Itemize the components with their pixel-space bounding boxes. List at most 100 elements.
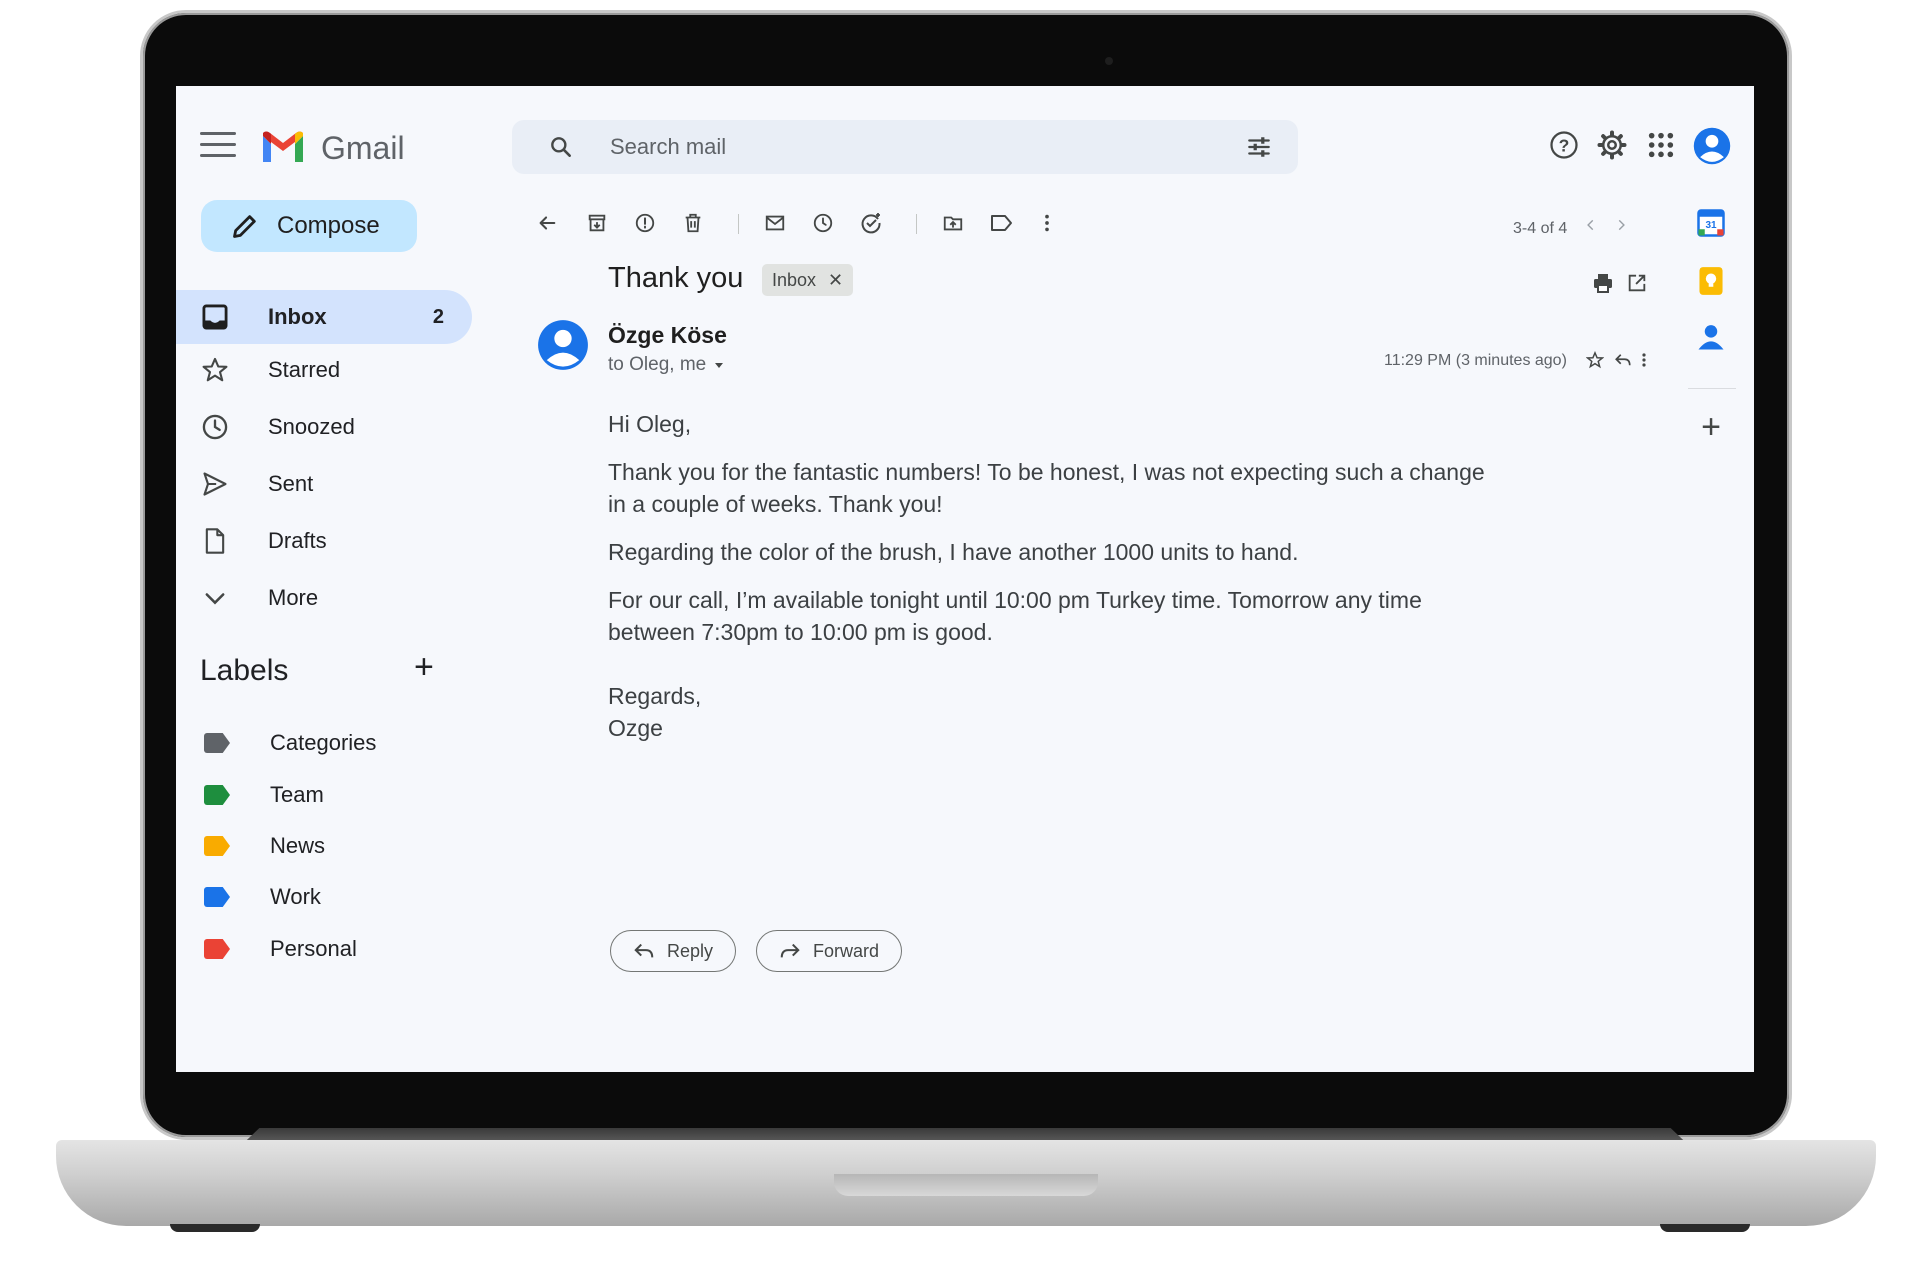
labels-heading: Labels bbox=[200, 654, 289, 687]
caret-down-icon bbox=[715, 363, 724, 368]
search-input[interactable] bbox=[610, 134, 1210, 160]
search-bar[interactable] bbox=[512, 120, 1298, 174]
help-icon[interactable]: ? bbox=[1547, 128, 1581, 162]
recipients-dropdown[interactable]: to Oleg, me bbox=[608, 354, 724, 376]
label-tag-icon bbox=[204, 887, 230, 907]
main-menu-icon[interactable] bbox=[200, 132, 236, 158]
remove-label-close-icon[interactable]: ✕ bbox=[828, 270, 843, 291]
reply-button[interactable]: Reply bbox=[610, 930, 737, 972]
nav-item-snoozed[interactable]: Snoozed bbox=[176, 400, 472, 454]
toolbar-divider bbox=[916, 214, 917, 234]
contacts-person-icon[interactable] bbox=[1694, 320, 1728, 354]
nav-label: Snoozed bbox=[268, 414, 355, 439]
inbox-icon bbox=[200, 302, 230, 332]
get-addons-plus-icon[interactable]: + bbox=[1694, 408, 1728, 446]
toolbar-divider bbox=[738, 214, 739, 234]
email-paragraph-line: Regarding the color of the brush, I have… bbox=[608, 539, 1299, 565]
email-paragraph-line: in a couple of weeks. Thank you! bbox=[608, 491, 943, 517]
mark-unread-mail-icon[interactable] bbox=[760, 208, 790, 238]
email-timestamp: 11:29 PM (3 minutes ago) bbox=[1384, 352, 1567, 369]
search-icon[interactable] bbox=[548, 134, 574, 160]
archive-icon[interactable] bbox=[582, 208, 612, 238]
nav-item-starred[interactable]: Starred bbox=[176, 343, 472, 397]
nav-label: More bbox=[268, 585, 319, 610]
forward-label: Forward bbox=[813, 940, 880, 961]
nav-item-more[interactable]: More bbox=[176, 571, 472, 625]
email-greeting: Hi Oleg, bbox=[608, 411, 692, 437]
sender-avatar-icon bbox=[537, 319, 589, 376]
reply-arrow-icon[interactable] bbox=[1612, 349, 1634, 371]
keep-notes-icon[interactable] bbox=[1694, 264, 1728, 298]
back-arrow-icon[interactable] bbox=[532, 208, 562, 238]
calendar-app-icon[interactable]: 31 bbox=[1694, 206, 1728, 240]
label-item-news[interactable]: News bbox=[176, 823, 466, 869]
nav-item-inbox[interactable]: Inbox 2 bbox=[176, 290, 472, 344]
add-label-icon[interactable]: + bbox=[414, 648, 434, 687]
label-name: Team bbox=[270, 782, 324, 807]
reply-arrow-icon bbox=[634, 943, 654, 958]
email-closing: Regards, bbox=[608, 683, 702, 709]
label-tag-icon bbox=[204, 939, 230, 959]
nav-item-sent[interactable]: Sent bbox=[176, 457, 472, 511]
label-icon[interactable] bbox=[986, 208, 1016, 238]
snooze-clock-icon[interactable] bbox=[808, 208, 838, 238]
clock-icon bbox=[200, 412, 230, 442]
nav-label: Drafts bbox=[268, 528, 327, 553]
previous-chevron-icon[interactable] bbox=[1580, 214, 1602, 236]
label-name: Categories bbox=[270, 730, 377, 755]
laptop-foot bbox=[1660, 1224, 1750, 1232]
inbox-label-chip: Inbox ✕ bbox=[762, 264, 854, 296]
open-in-new-window-icon[interactable] bbox=[1622, 268, 1652, 298]
compose-label: Compose bbox=[277, 212, 380, 239]
draft-document-icon bbox=[200, 526, 230, 556]
svg-text:?: ? bbox=[1559, 135, 1570, 155]
label-tag-icon bbox=[204, 785, 230, 805]
label-item-work[interactable]: Work bbox=[176, 874, 466, 920]
unread-count-badge: 2 bbox=[432, 305, 444, 328]
trash-icon[interactable] bbox=[678, 208, 708, 238]
nav-label: Sent bbox=[268, 471, 314, 496]
nav-label: Inbox bbox=[268, 304, 327, 329]
message-more-icon[interactable] bbox=[1636, 349, 1652, 371]
star-icon[interactable] bbox=[1584, 349, 1606, 371]
label-item-personal[interactable]: Personal bbox=[176, 926, 466, 972]
search-options-icon[interactable] bbox=[1246, 134, 1272, 160]
move-to-folder-icon[interactable] bbox=[938, 208, 968, 238]
print-icon[interactable] bbox=[1588, 268, 1618, 298]
sender-name: Özge Köse bbox=[608, 322, 727, 348]
laptop-notch bbox=[834, 1174, 1098, 1196]
compose-button[interactable]: Compose bbox=[201, 200, 417, 252]
label-name: Personal bbox=[270, 936, 357, 961]
more-vertical-icon[interactable] bbox=[1032, 208, 1062, 238]
rail-divider bbox=[1688, 388, 1736, 389]
gmail-logo-icon bbox=[263, 131, 303, 162]
chip-label: Inbox bbox=[772, 269, 817, 290]
next-chevron-icon[interactable] bbox=[1610, 214, 1632, 236]
account-avatar-icon[interactable] bbox=[1692, 126, 1732, 166]
label-name: News bbox=[270, 833, 326, 858]
add-to-tasks-icon[interactable] bbox=[856, 208, 886, 238]
email-paragraph-line: For our call, I’m available tonight unti… bbox=[608, 587, 1422, 613]
label-item-categories[interactable]: Categories bbox=[176, 720, 466, 766]
apps-grid-icon[interactable] bbox=[1644, 128, 1678, 162]
send-icon bbox=[200, 469, 230, 499]
email-paragraph-line: between 7:30pm to 10:00 pm is good. bbox=[608, 619, 993, 645]
pagination-count: 3-4 of 4 bbox=[1513, 220, 1568, 237]
forward-arrow-icon bbox=[780, 943, 800, 958]
app-title: Gmail bbox=[321, 130, 405, 166]
label-item-team[interactable]: Team bbox=[176, 772, 466, 818]
recipients-text: to Oleg, me bbox=[608, 354, 707, 375]
svg-text:31: 31 bbox=[1705, 220, 1717, 231]
star-icon bbox=[200, 355, 230, 385]
laptop-foot bbox=[170, 1224, 260, 1232]
nav-item-drafts[interactable]: Drafts bbox=[176, 514, 472, 568]
screen: Gmail ? bbox=[176, 86, 1754, 1072]
label-tag-icon bbox=[204, 836, 230, 856]
reply-label: Reply bbox=[667, 940, 714, 961]
forward-button[interactable]: Forward bbox=[756, 930, 903, 972]
settings-gear-icon[interactable] bbox=[1595, 128, 1629, 162]
email-paragraph-line: Thank you for the fantastic numbers! To … bbox=[608, 459, 1485, 485]
email-subject: Thank you bbox=[608, 262, 744, 294]
report-spam-icon[interactable] bbox=[630, 208, 660, 238]
pencil-icon bbox=[233, 215, 256, 238]
